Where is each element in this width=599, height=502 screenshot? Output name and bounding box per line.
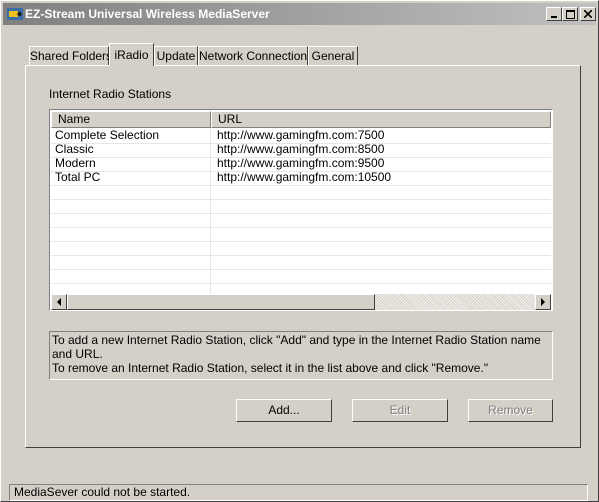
station-url: http://www.gamingfm.com:7500 <box>217 128 385 142</box>
station-url: http://www.gamingfm.com:9500 <box>217 156 385 170</box>
info-line-add: To add a new Internet Radio Station, cli… <box>52 333 541 361</box>
status-bar: MediaSever could not be started. <box>9 484 588 501</box>
title-bar[interactable]: EZ-Stream Universal Wireless MediaServer <box>3 3 596 25</box>
minimize-button[interactable] <box>546 7 562 21</box>
station-name: Classic <box>55 142 94 156</box>
empty-row <box>51 269 551 284</box>
status-text: MediaSever could not be started. <box>14 485 191 499</box>
station-name: Modern <box>55 156 96 170</box>
tab-label: Network Connection <box>199 49 308 63</box>
edit-button[interactable]: Edit <box>352 399 448 422</box>
window-title: EZ-Stream Universal Wireless MediaServer <box>25 7 270 21</box>
tab-general[interactable]: General <box>308 46 358 65</box>
arrow-right-icon <box>541 298 545 306</box>
tab-label: General <box>311 49 355 63</box>
empty-row <box>51 199 551 214</box>
column-divider <box>210 128 211 295</box>
close-button[interactable] <box>580 7 596 21</box>
tab-label: Shared Folders <box>30 49 113 63</box>
empty-row <box>51 185 551 200</box>
station-url: http://www.gamingfm.com:8500 <box>217 142 385 156</box>
maximize-icon <box>565 9 575 19</box>
stations-listview[interactable]: Name URL Complete Selection http://www.g… <box>49 109 553 311</box>
scroll-right-button[interactable] <box>535 294 551 310</box>
tab-label: iRadio <box>114 48 149 62</box>
station-rows: Complete Selection http://www.gamingfm.c… <box>51 128 551 298</box>
app-icon <box>7 8 23 20</box>
minimize-icon <box>551 16 557 18</box>
column-header-url[interactable]: URL <box>211 111 551 128</box>
scroll-left-button[interactable] <box>51 294 67 310</box>
station-name: Total PC <box>55 170 101 184</box>
arrow-left-icon <box>57 298 61 306</box>
remove-button[interactable]: Remove <box>468 399 553 422</box>
tab-shared-folders[interactable]: Shared Folders <box>29 46 113 65</box>
tab-iradio[interactable]: iRadio <box>109 43 154 66</box>
horizontal-scrollbar[interactable] <box>51 294 551 310</box>
tab-network-connection[interactable]: Network Connection <box>198 46 308 65</box>
add-button[interactable]: Add... <box>236 399 332 422</box>
empty-row <box>51 255 551 270</box>
info-text-box: To add a new Internet Radio Station, cli… <box>49 331 553 380</box>
info-line-remove: To remove an Internet Radio Station, sel… <box>52 361 489 375</box>
station-name: Complete Selection <box>55 128 160 142</box>
tab-update[interactable]: Update <box>154 46 198 65</box>
main-window: EZ-Stream Universal Wireless MediaServer… <box>0 0 599 502</box>
tab-label: Update <box>156 49 196 63</box>
column-header-name[interactable]: Name <box>51 111 211 128</box>
scroll-thumb[interactable] <box>67 294 375 310</box>
close-icon <box>584 10 592 18</box>
station-url: http://www.gamingfm.com:10500 <box>217 170 392 184</box>
stations-group-label: Internet Radio Stations <box>49 87 172 101</box>
station-row[interactable]: Total PC http://www.gamingfm.com:10500 <box>51 171 551 186</box>
maximize-button[interactable] <box>562 7 578 21</box>
scroll-track[interactable] <box>375 294 535 310</box>
list-header: Name URL <box>51 111 551 128</box>
empty-row <box>51 227 551 242</box>
empty-row <box>51 241 551 256</box>
empty-row <box>51 213 551 228</box>
